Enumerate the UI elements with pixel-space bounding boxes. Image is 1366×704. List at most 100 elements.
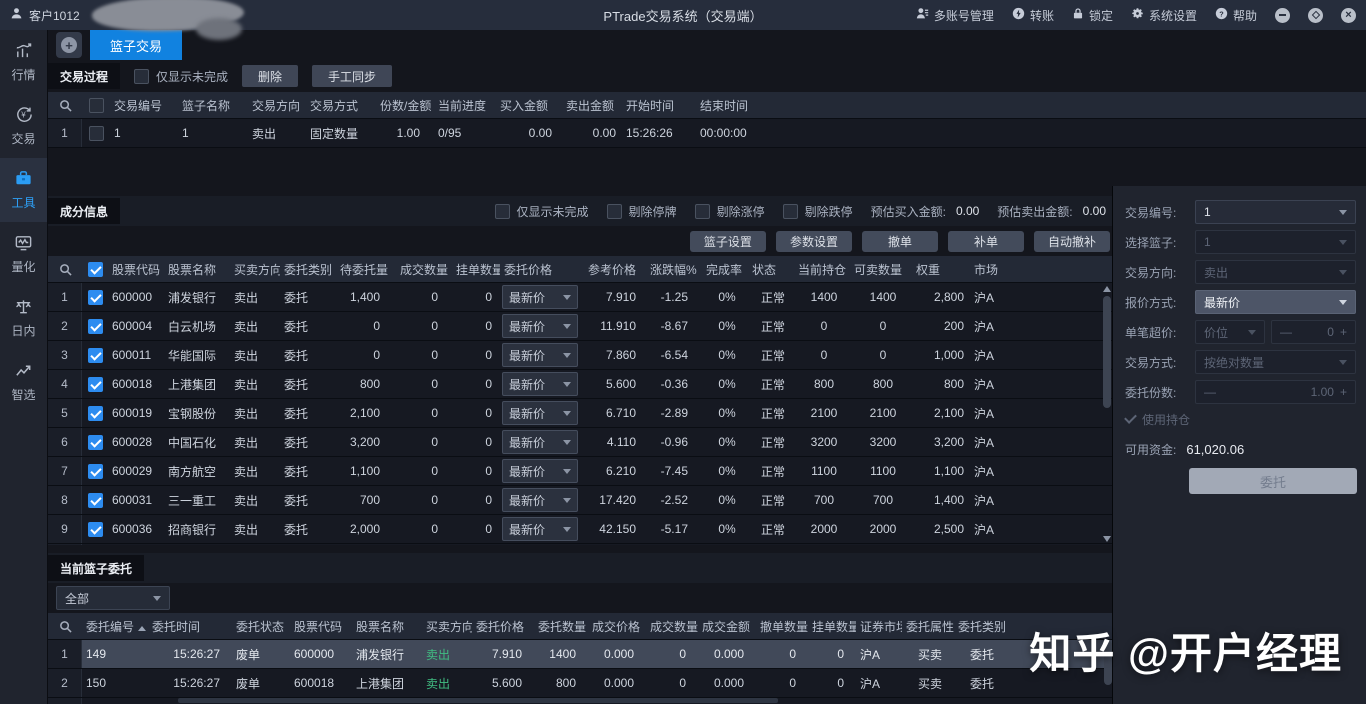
price-type-select[interactable]: 最新价 xyxy=(502,401,578,425)
scroll-up-icon[interactable] xyxy=(1103,286,1111,292)
over-price-mode-select[interactable]: 价位 xyxy=(1195,320,1265,344)
column-header[interactable]: 成交数量 xyxy=(646,618,698,635)
column-header[interactable]: 篮子名称 xyxy=(178,97,248,114)
column-header[interactable]: 结束时间 xyxy=(696,97,768,114)
action-button[interactable]: 篮子设置 xyxy=(690,231,766,252)
plus-icon[interactable]: + xyxy=(1340,325,1347,339)
sidebar-item-quant[interactable]: 量化 xyxy=(0,222,47,286)
price-type-select[interactable]: 最新价 xyxy=(502,314,578,338)
action-button[interactable]: 撤单 xyxy=(862,231,938,252)
column-header[interactable]: 买卖方向 xyxy=(230,261,280,278)
column-header[interactable]: 股票名称 xyxy=(352,618,422,635)
action-button[interactable]: 补单 xyxy=(948,231,1024,252)
minimize-button[interactable] xyxy=(1275,8,1290,23)
help-button[interactable]: ? 帮助 xyxy=(1215,7,1257,24)
column-header[interactable]: 挂单数量 xyxy=(808,618,856,635)
filter-checkbox[interactable]: 仅显示未完成 xyxy=(495,203,589,220)
checkbox[interactable] xyxy=(88,290,103,305)
lock-button[interactable]: 锁定 xyxy=(1072,7,1113,24)
column-header[interactable]: 开始时间 xyxy=(622,97,696,114)
shares-stepper[interactable]: — 1.00 + xyxy=(1195,380,1356,404)
horizontal-scrollbar-thumb[interactable] xyxy=(178,698,778,703)
price-type-select[interactable]: 最新价 xyxy=(502,430,578,454)
column-header[interactable]: 股票名称 xyxy=(164,261,230,278)
checkbox[interactable] xyxy=(495,204,510,219)
table-row[interactable]: 4600018上港集团卖出委托80000最新价5.600-0.360%正常800… xyxy=(48,370,1112,399)
price-type-select[interactable]: 最新价 xyxy=(502,372,578,396)
column-header[interactable]: 状态 xyxy=(748,261,794,278)
manual-sync-button[interactable]: 手工同步 xyxy=(312,65,392,87)
column-header[interactable]: 当前进度 xyxy=(434,97,496,114)
checkbox[interactable] xyxy=(134,69,149,84)
price-type-select[interactable]: 最新价 xyxy=(502,459,578,483)
column-header[interactable]: 卖出金额 xyxy=(562,97,622,114)
column-header[interactable]: 成交价格 xyxy=(588,618,646,635)
price-type-select[interactable]: 最新价 xyxy=(502,343,578,367)
column-header[interactable]: 份数/金额 xyxy=(376,97,434,114)
trade-no-select[interactable]: 1 xyxy=(1195,200,1356,224)
checkbox[interactable] xyxy=(695,204,710,219)
checkbox[interactable] xyxy=(607,204,622,219)
column-header[interactable]: 可卖数量 xyxy=(850,261,912,278)
column-header[interactable]: 交易方向 xyxy=(248,97,306,114)
column-header[interactable]: 委托编号 xyxy=(82,618,148,635)
use-position-checkbox[interactable]: 使用持仓 xyxy=(1127,410,1356,428)
checkbox[interactable] xyxy=(88,262,103,277)
column-header[interactable]: 涨跌幅% xyxy=(646,261,702,278)
filter-checkbox[interactable]: 剔除涨停 xyxy=(695,203,765,220)
checkbox[interactable] xyxy=(783,204,798,219)
column-header[interactable]: 委托价格 xyxy=(500,261,584,278)
trade-mode-select[interactable]: 按绝对数量 xyxy=(1195,350,1356,374)
multi-account-button[interactable]: 多账号管理 xyxy=(916,7,994,24)
price-type-select[interactable]: 最新价 xyxy=(502,285,578,309)
maximize-button[interactable] xyxy=(1308,8,1323,23)
quote-type-select[interactable]: 最新价 xyxy=(1195,290,1356,314)
column-header[interactable]: 委托类别 xyxy=(954,618,1006,635)
checkbox[interactable] xyxy=(88,319,103,334)
order-status-filter-select[interactable]: 全部 xyxy=(56,586,170,610)
checkbox[interactable] xyxy=(88,493,103,508)
column-header[interactable]: 买卖方向 xyxy=(422,618,472,635)
table-row[interactable]: 10600048保利发展卖出委托1,70000最新价13.040-4.020%正… xyxy=(48,544,1112,545)
table-row[interactable]: 114915:26:27废单600000浦发银行卖出7.91014000.000… xyxy=(48,640,1112,669)
sidebar-item-smart-pick[interactable]: 智选 xyxy=(0,350,47,414)
table-row[interactable]: 7600029南方航空卖出委托1,10000最新价6.210-7.450%正常1… xyxy=(48,457,1112,486)
column-header[interactable]: 挂单数量 xyxy=(452,261,500,278)
search-icon[interactable] xyxy=(48,92,82,118)
sidebar-item-market[interactable]: 行情 xyxy=(0,30,47,94)
column-header[interactable]: 委托数量 xyxy=(534,618,588,635)
vertical-scrollbar[interactable] xyxy=(1102,283,1112,545)
over-price-stepper[interactable]: — 0 + xyxy=(1271,320,1356,344)
table-row[interactable]: 6600028中国石化卖出委托3,20000最新价4.110-0.960%正常3… xyxy=(48,428,1112,457)
checkbox[interactable] xyxy=(88,435,103,450)
sidebar-item-tools[interactable]: 工具 xyxy=(0,158,47,222)
column-header[interactable]: 委托属性 xyxy=(902,618,954,635)
checkbox[interactable] xyxy=(88,377,103,392)
column-header[interactable]: 委托时间 xyxy=(148,618,232,635)
action-button[interactable]: 参数设置 xyxy=(776,231,852,252)
column-header[interactable]: 股票代码 xyxy=(290,618,352,635)
account-info[interactable]: 客户1012 xyxy=(10,7,80,24)
column-header[interactable]: 撤单数量 xyxy=(756,618,808,635)
column-header[interactable]: 权重 xyxy=(912,261,970,278)
search-icon[interactable] xyxy=(48,613,82,639)
table-row[interactable]: 9600036招商银行卖出委托2,00000最新价42.150-5.170%正常… xyxy=(48,515,1112,544)
column-header[interactable]: 交易方式 xyxy=(306,97,376,114)
transfer-button[interactable]: 转账 xyxy=(1012,7,1054,24)
column-header[interactable]: 委托状态 xyxy=(232,618,290,635)
checkbox[interactable] xyxy=(88,522,103,537)
price-type-select[interactable]: 最新价 xyxy=(502,517,578,541)
table-row[interactable]: 111卖出固定数量1.000/950.000.0015:26:2600:00:0… xyxy=(48,119,1366,148)
column-header[interactable]: 成交金额 xyxy=(698,618,756,635)
table-row[interactable]: 2600004白云机场卖出委托000最新价11.910-8.670%正常0020… xyxy=(48,312,1112,341)
sidebar-item-intraday[interactable]: 日内 xyxy=(0,286,47,350)
delete-button[interactable]: 删除 xyxy=(242,65,298,87)
column-header[interactable]: 买入金额 xyxy=(496,97,562,114)
column-header[interactable]: 证券市场 xyxy=(856,618,902,635)
table-row[interactable]: 215015:26:27废单600018上港集团卖出5.6008000.0000… xyxy=(48,669,1112,698)
checkbox[interactable] xyxy=(89,126,104,141)
column-header[interactable]: 参考价格 xyxy=(584,261,646,278)
column-header[interactable]: 市场 xyxy=(970,261,1012,278)
column-header[interactable]: 交易编号 xyxy=(110,97,178,114)
column-header[interactable]: 委托类别 xyxy=(280,261,336,278)
